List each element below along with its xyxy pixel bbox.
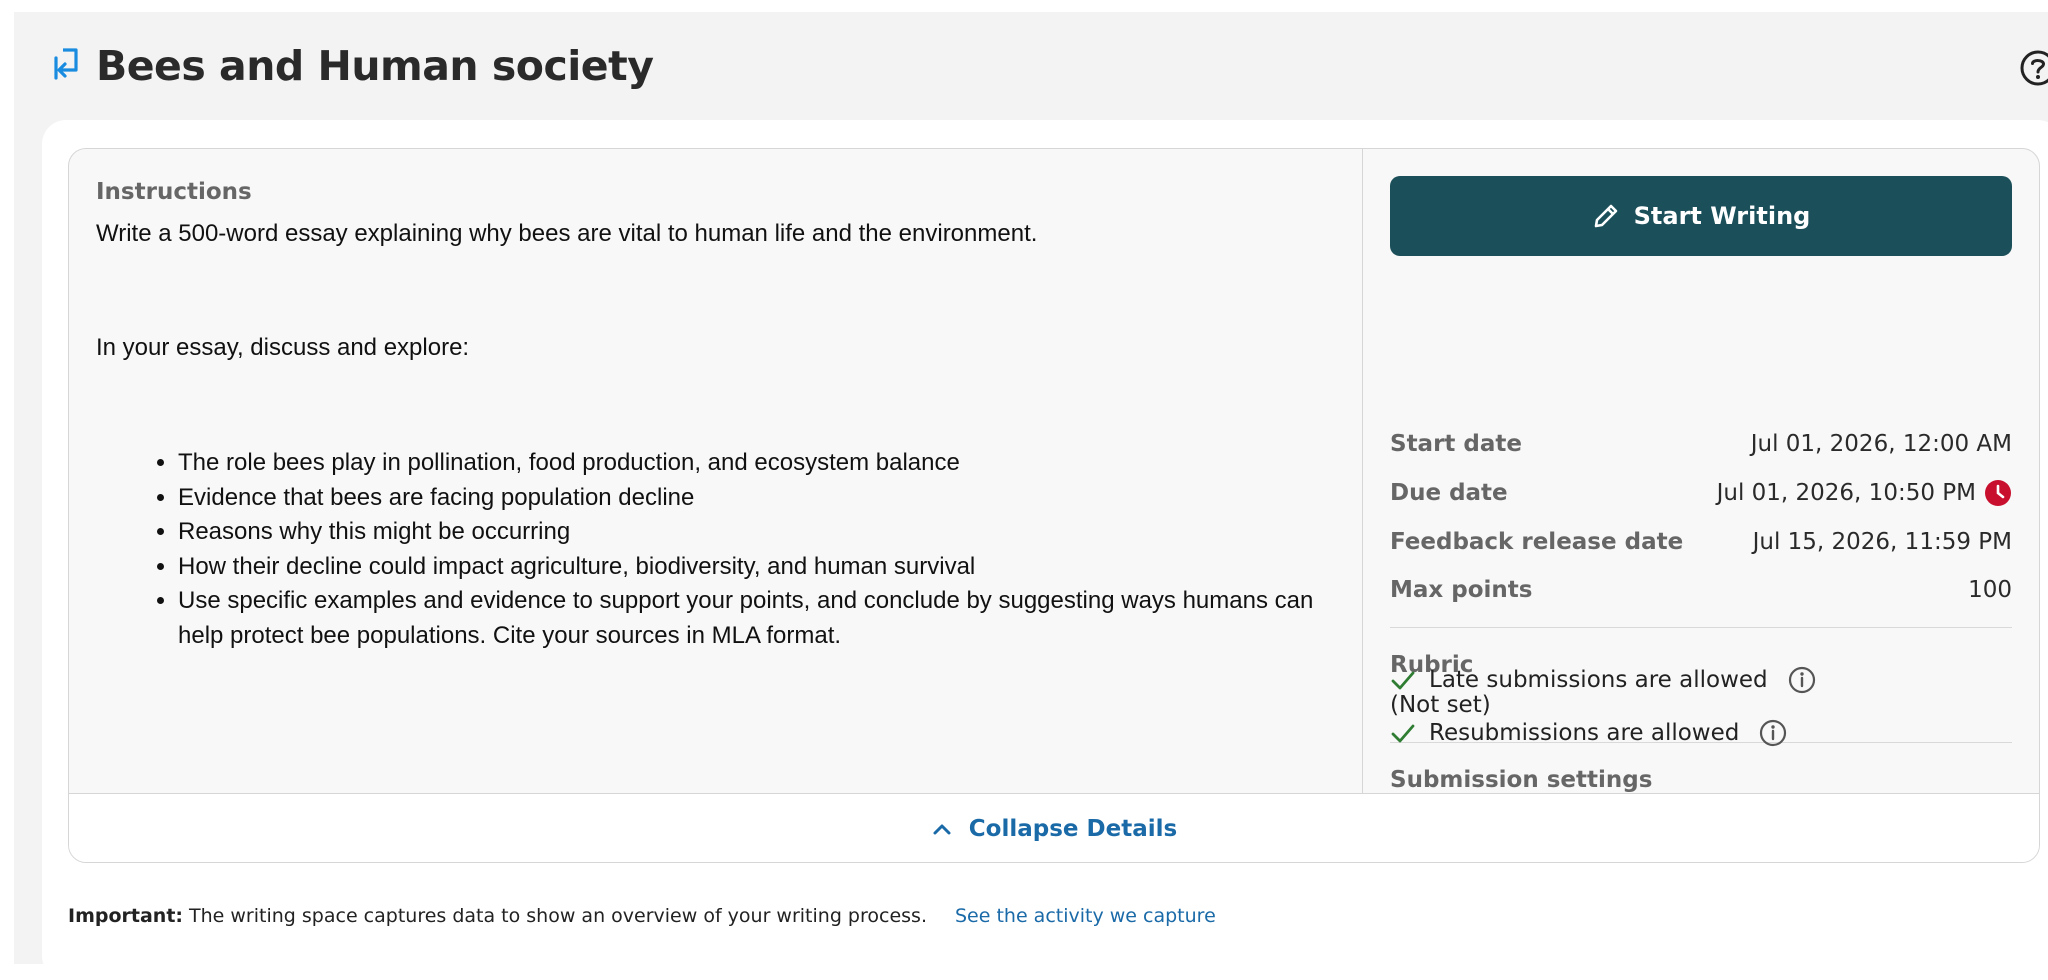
instructions-section: Instructions Write a 500-word essay expl… [69, 149, 1363, 793]
chevron-up-icon [933, 824, 951, 834]
max-points-row: Max points 100 [1390, 570, 2012, 610]
instructions-intro: Write a 500-word essay explaining why be… [96, 220, 1038, 247]
help-icon[interactable] [2018, 48, 2048, 88]
clock-icon [1985, 480, 2011, 506]
late-submissions-text: Late submissions are allowed [1429, 667, 1768, 693]
collapse-details-button[interactable]: Collapse Details [931, 816, 1177, 842]
instructions-body: Write a 500-word essay explaining why be… [96, 218, 1336, 653]
page-header: Bees and Human society [52, 36, 654, 96]
due-date-value: Jul 01, 2026, 10:50 PM [1716, 480, 1976, 506]
assignment-icon [52, 44, 86, 88]
list-item: The role bees play in pollination, food … [178, 446, 1336, 481]
feedback-date-row: Feedback release date Jul 15, 2026, 11:5… [1390, 522, 2012, 562]
info-icon[interactable] [1759, 719, 1787, 747]
instructions-bullet-list: The role bees play in pollination, food … [96, 446, 1336, 653]
important-note: Important: The writing space captures da… [68, 905, 1216, 927]
check-icon [1391, 671, 1415, 690]
start-date-row: Start date Jul 01, 2026, 12:00 AM [1390, 424, 2012, 464]
page-title: Bees and Human society [96, 42, 654, 90]
start-writing-label: Start Writing [1633, 202, 1811, 230]
collapse-details-label: Collapse Details [968, 815, 1178, 842]
info-icon[interactable] [1788, 666, 1816, 694]
assignment-details-card: Instructions Write a 500-word essay expl… [68, 148, 2040, 863]
start-writing-button[interactable]: Start Writing [1390, 176, 2012, 256]
check-icon [1391, 724, 1415, 743]
start-date-value: Jul 01, 2026, 12:00 AM [1750, 431, 2012, 457]
due-date-value-wrap: Jul 01, 2026, 10:50 PM [1717, 479, 2012, 507]
due-date-label: Due date [1390, 480, 1508, 506]
pencil-icon [1594, 204, 1617, 228]
list-item: Use specific examples and evidence to su… [178, 584, 1336, 653]
instructions-label: Instructions [96, 179, 252, 205]
start-date-label: Start date [1390, 431, 1523, 457]
max-points-value: 100 [1968, 577, 2012, 603]
instructions-prompt: In your essay, discuss and explore: [96, 334, 470, 361]
list-item: How their decline could impact agricultu… [178, 550, 1336, 585]
list-item: Evidence that bees are facing population… [178, 481, 1336, 516]
max-points-label: Max points [1390, 577, 1533, 603]
see-activity-link[interactable]: See the activity we capture [955, 905, 1216, 927]
card-footer: Collapse Details [69, 793, 2039, 862]
due-date-row: Due date Jul 01, 2026, 10:50 PM [1390, 473, 2012, 513]
list-item: Reasons why this might be occurring [178, 515, 1336, 550]
feedback-date-value: Jul 15, 2026, 11:59 PM [1752, 529, 2012, 555]
submission-settings-label: Submission settings [1390, 767, 1653, 793]
important-label: Important: [68, 905, 184, 927]
divider [1390, 627, 2012, 628]
resubmissions-row: Resubmissions are allowed [1389, 713, 1787, 753]
late-submissions-row: Late submissions are allowed [1389, 660, 1816, 700]
important-text: The writing space captures data to show … [189, 905, 927, 927]
resubmissions-text: Resubmissions are allowed [1429, 720, 1740, 746]
feedback-date-label: Feedback release date [1390, 529, 1684, 555]
